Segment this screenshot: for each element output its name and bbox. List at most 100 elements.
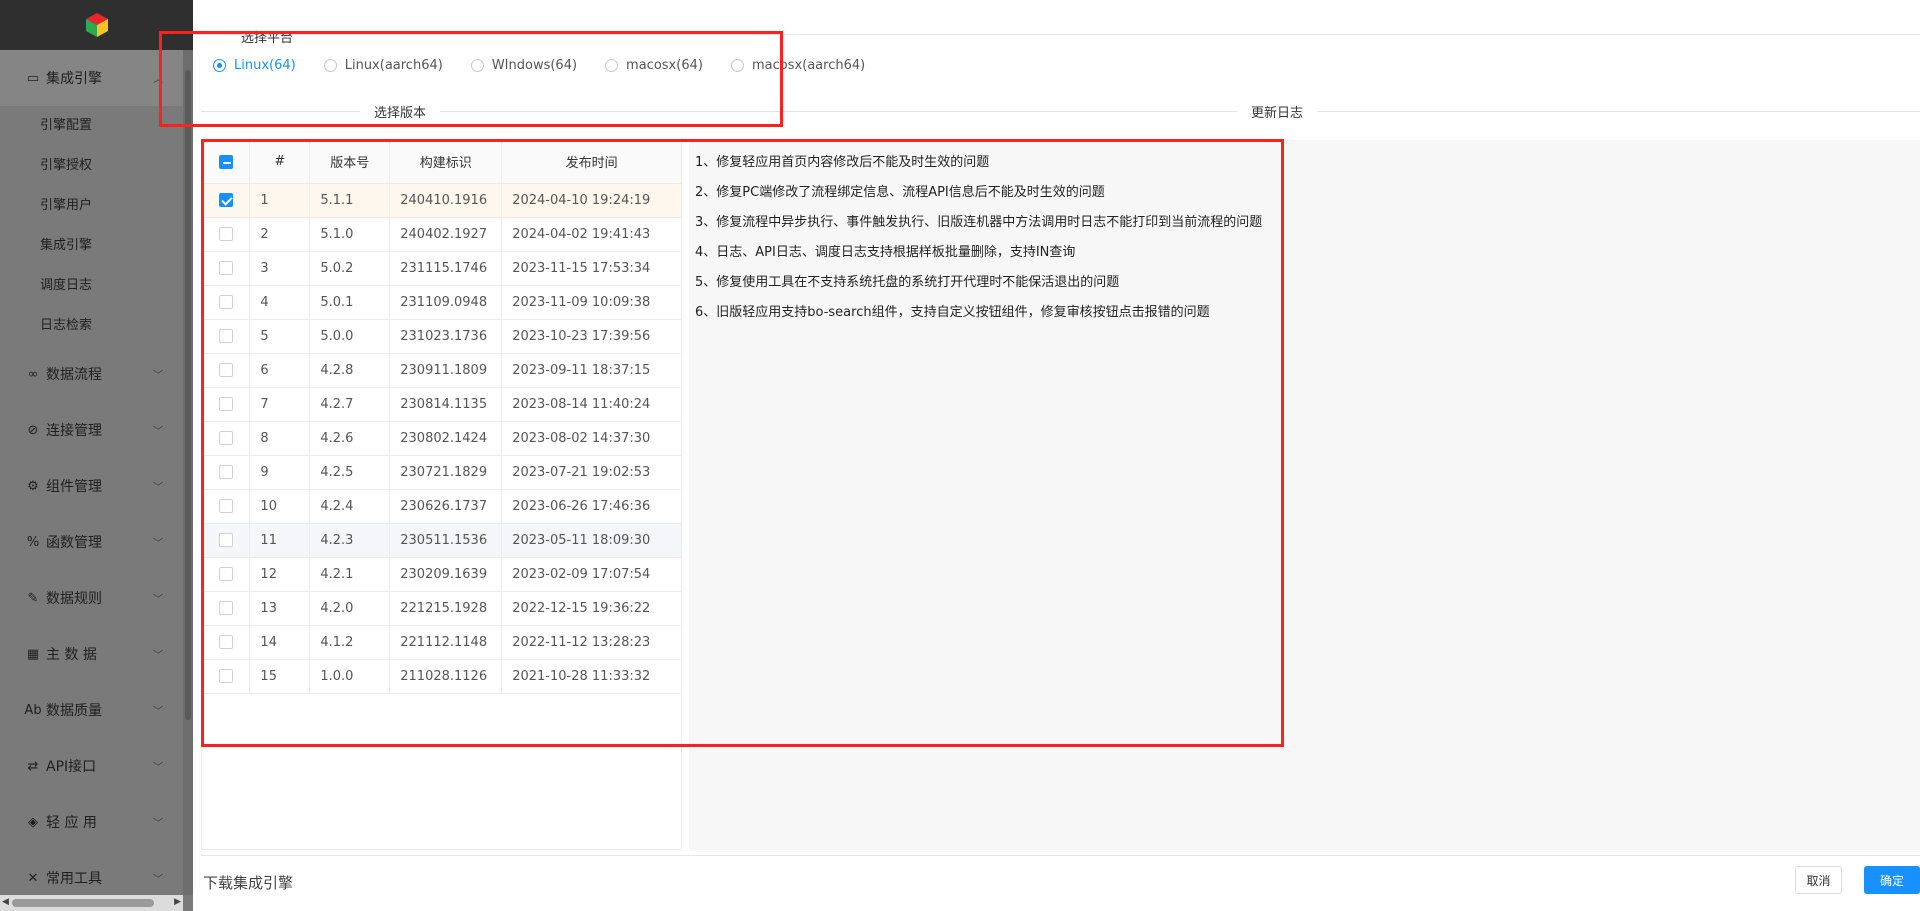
scroll-right-icon[interactable]: ▶	[174, 897, 181, 907]
sidebar-group-8[interactable]: ⇄ API接口 ﹀	[0, 738, 183, 794]
row-checkbox[interactable]	[218, 601, 233, 615]
sidebar: ▭ 集成引擎 ︿ 引擎配置 引擎授权 引擎用户 集成引擎 调度日志 日志检索 ∞ 数据流程 ﹀ ⊘ 连接管…	[0, 0, 193, 911]
sidebar-item-3[interactable]: 集成引擎	[0, 226, 183, 266]
platform-label: 选择平台	[241, 31, 294, 46]
table-row[interactable]: 7 4.2.7 230814.1135 2023-08-14 11:40:24	[202, 387, 682, 422]
row-check-cell[interactable]	[202, 319, 251, 354]
chevron-down-icon: ﹀	[153, 370, 163, 382]
sidebar-group-0[interactable]: ▭ 集成引擎 ︿	[0, 50, 183, 106]
radio-dot-icon[interactable]	[213, 59, 226, 72]
platform-radio-1[interactable]: Linux(aarch64)	[323, 58, 443, 73]
row-check-cell[interactable]	[202, 285, 251, 320]
radio-dot-icon[interactable]	[730, 59, 744, 72]
row-checkbox[interactable]	[218, 431, 233, 445]
scrollbar-thumb[interactable]	[185, 70, 191, 720]
table-row[interactable]: 3 5.0.2 231115.1746 2023-11-15 17:53:34	[202, 251, 682, 286]
sidebar-group-3[interactable]: ⚙ 组件管理 ﹀	[0, 458, 183, 514]
swap-icon: ⇄	[27, 758, 39, 774]
row-checkbox[interactable]	[218, 669, 233, 683]
table-row[interactable]: 4 5.0.1 231109.0948 2023-11-09 10:09:38	[202, 285, 682, 320]
platform-radio-3[interactable]: macosx(64)	[605, 58, 703, 73]
row-check-cell[interactable]	[202, 387, 251, 422]
sidebar-group-2[interactable]: ⊘ 连接管理 ﹀	[0, 402, 183, 458]
cell-build: 230911.1809	[389, 353, 503, 388]
table-row[interactable]: 6 4.2.8 230911.1809 2023-09-11 18:37:15	[202, 353, 682, 388]
cell-version: 1.0.0	[309, 659, 391, 694]
table-row[interactable]: 14 4.1.2 221112.1148 2022-11-12 13:28:23	[202, 625, 682, 660]
row-check-cell[interactable]	[202, 455, 251, 490]
cell-date: 2022-12-15 19:36:22	[501, 591, 682, 626]
cube-icon: ◈	[28, 814, 38, 830]
row-check-cell[interactable]	[202, 353, 251, 388]
row-checkbox[interactable]	[218, 567, 233, 581]
sidebar-group-5[interactable]: ✎ 数据规则 ﹀	[0, 570, 183, 626]
select-all-checkbox[interactable]	[218, 154, 233, 169]
cell-index: 7	[249, 387, 311, 422]
row-check-cell[interactable]	[202, 625, 251, 660]
sidebar-item-0[interactable]: 引擎配置	[0, 106, 183, 146]
row-check-cell[interactable]	[202, 489, 251, 524]
sidebar-item-1[interactable]: 引擎授权	[0, 146, 183, 186]
confirm-button[interactable]: 确定	[1864, 866, 1920, 894]
select-all-cell[interactable]	[202, 141, 251, 184]
row-checkbox[interactable]	[218, 465, 233, 479]
row-checkbox[interactable]	[218, 635, 233, 649]
row-checkbox[interactable]	[218, 363, 233, 377]
row-check-cell[interactable]	[202, 183, 251, 218]
horizontal-scrollbar[interactable]: ◀ ▶	[0, 895, 183, 911]
table-row[interactable]: 5 5.0.0 231023.1736 2023-10-23 17:39:56	[202, 319, 682, 354]
radio-dot-icon[interactable]	[470, 59, 484, 72]
sidebar-scrollbar[interactable]	[183, 50, 193, 895]
row-check-cell[interactable]	[202, 251, 251, 286]
row-checkbox[interactable]	[218, 261, 233, 275]
row-checkbox[interactable]	[218, 227, 233, 241]
row-checkbox[interactable]	[218, 499, 233, 513]
radio-label: Linux(64)	[234, 58, 296, 73]
percent-icon: %	[26, 534, 40, 550]
platform-radio-0[interactable]: Linux(64)	[213, 58, 296, 73]
row-checkbox[interactable]	[218, 329, 233, 343]
sidebar-group-7[interactable]: Ab 数据质量 ﹀	[0, 682, 183, 738]
cell-build: 230721.1829	[389, 455, 503, 490]
row-checkbox[interactable]	[218, 533, 233, 547]
radio-dot-icon[interactable]	[605, 59, 619, 72]
row-check-cell[interactable]	[202, 591, 251, 626]
scroll-left-icon[interactable]: ◀	[2, 897, 9, 907]
table-row[interactable]: 12 4.2.1 230209.1639 2023-02-09 17:07:54	[202, 557, 682, 592]
sidebar-item-2[interactable]: 引擎用户	[0, 186, 183, 226]
row-checkbox[interactable]	[218, 193, 233, 207]
sidebar-item-4[interactable]: 调度日志	[0, 266, 183, 306]
row-check-cell[interactable]	[202, 523, 251, 558]
platform-radio-4[interactable]: macosx(aarch64)	[730, 58, 865, 73]
platform-radio-2[interactable]: WIndows(64)	[470, 58, 577, 73]
sidebar-group-4[interactable]: % 函数管理 ﹀	[0, 514, 183, 570]
row-check-cell[interactable]	[202, 421, 251, 456]
col-index: #	[249, 141, 311, 184]
row-checkbox[interactable]	[218, 295, 233, 309]
table-row[interactable]: 10 4.2.4 230626.1737 2023-06-26 17:46:36	[202, 489, 682, 524]
cell-version: 4.2.5	[309, 455, 391, 490]
cell-index: 6	[249, 353, 311, 388]
spellcheck-icon: Ab	[24, 702, 42, 718]
row-check-cell[interactable]	[202, 217, 251, 252]
table-row[interactable]: 15 1.0.0 211028.1126 2021-10-28 11:33:32	[202, 659, 682, 694]
sidebar-item-5[interactable]: 日志检索	[0, 306, 183, 346]
row-check-cell[interactable]	[202, 659, 251, 694]
cancel-button[interactable]: 取消	[1795, 866, 1842, 894]
hscroll-thumb[interactable]	[12, 899, 154, 907]
table-row[interactable]: 11 4.2.3 230511.1536 2023-05-11 18:09:30	[202, 523, 682, 558]
table-row[interactable]: 8 4.2.6 230802.1424 2023-08-02 14:37:30	[202, 421, 682, 456]
sidebar-group-9[interactable]: ◈ 轻 应 用 ﹀	[0, 794, 183, 850]
radio-dot-icon[interactable]	[323, 59, 337, 72]
platform-radio-group: Linux(64) Linux(aarch64) WIndows(64) macosx…	[213, 58, 893, 73]
table-row[interactable]: 1 5.1.1 240410.1916 2024-04-10 19:24:19	[202, 183, 682, 218]
sidebar-group-6[interactable]: ▦ 主 数 据 ﹀	[0, 626, 183, 682]
table-row[interactable]: 9 4.2.5 230721.1829 2023-07-21 19:02:53	[202, 455, 682, 490]
cell-version: 5.0.2	[309, 251, 391, 286]
table-row[interactable]: 13 4.2.0 221215.1928 2022-12-15 19:36:22	[202, 591, 682, 626]
table-row[interactable]: 2 5.1.0 240402.1927 2024-04-02 19:41:43	[202, 217, 682, 252]
row-check-cell[interactable]	[202, 557, 251, 592]
app: ▭ 集成引擎 ︿ 引擎配置 引擎授权 引擎用户 集成引擎 调度日志 日志检索 ∞ 数据流程 ﹀ ⊘ 连接管…	[0, 0, 1920, 911]
sidebar-group-1[interactable]: ∞ 数据流程 ﹀	[0, 346, 183, 402]
row-checkbox[interactable]	[218, 397, 233, 411]
